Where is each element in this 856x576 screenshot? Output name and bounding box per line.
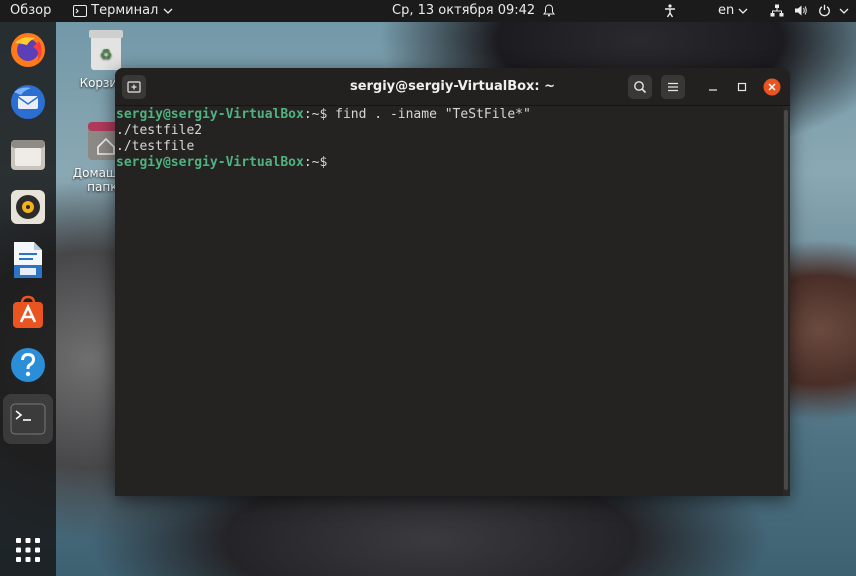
volume-icon: [795, 5, 807, 16]
libreoffice-writer-icon[interactable]: [8, 240, 48, 280]
scrollbar-thumb[interactable]: [784, 110, 788, 490]
new-tab-icon: [127, 81, 141, 93]
svg-text:♻: ♻: [100, 47, 113, 63]
hamburger-menu-icon: [668, 82, 678, 92]
terminal-line: ./testfile: [116, 139, 195, 154]
files-icon[interactable]: [8, 134, 48, 174]
language-label: en: [718, 3, 735, 18]
chevron-down-icon: [738, 8, 748, 14]
prompt-path: :~$: [303, 155, 336, 170]
close-button[interactable]: [761, 76, 783, 98]
terminal-header: sergiy@sergiy-VirtualBox: ~: [115, 68, 790, 106]
prompt-path: :~$: [303, 107, 336, 122]
system-menu[interactable]: [770, 0, 849, 22]
terminal-line: ./testfile2: [116, 123, 203, 138]
help-icon[interactable]: [8, 345, 48, 385]
terminal-app-icon: [73, 4, 87, 17]
clock[interactable]: Ср, 13 октября 09:42: [392, 0, 556, 22]
dock: [0, 22, 56, 576]
minimize-button[interactable]: [702, 76, 724, 98]
alarm-icon: [543, 4, 556, 17]
top-bar: Обзор Терминал Ср, 13 октября 09:42 en: [0, 0, 856, 22]
chevron-down-icon: [839, 8, 849, 14]
app-menu-label: Терминал: [91, 3, 159, 18]
terminal-scrollbar[interactable]: [783, 106, 790, 496]
accessibility-icon[interactable]: [664, 0, 676, 22]
close-icon: [763, 78, 781, 96]
search-button[interactable]: [628, 75, 652, 99]
terminal-output[interactable]: sergiy@sergiy-VirtualBox:~$ find . -inam…: [115, 106, 783, 496]
window-title: sergiy@sergiy-VirtualBox: ~: [349, 79, 556, 94]
maximize-icon: [737, 82, 747, 92]
language-selector[interactable]: en: [718, 0, 748, 22]
trash-icon: ♻: [89, 30, 123, 70]
new-tab-button[interactable]: [122, 75, 146, 99]
firefox-icon[interactable]: [8, 30, 48, 70]
terminal-icon[interactable]: [8, 399, 48, 439]
command-text: find . -iname "TeStFile*": [335, 107, 531, 122]
terminal-line: sergiy@sergiy-VirtualBox:~$: [116, 155, 335, 171]
app-menu[interactable]: Терминал: [73, 0, 173, 22]
show-applications-icon[interactable]: [8, 530, 48, 570]
prompt-user-host: sergiy@sergiy-VirtualBox: [116, 155, 304, 170]
activities-button[interactable]: Обзор: [10, 0, 51, 22]
search-icon: [634, 81, 647, 94]
rhythmbox-icon[interactable]: [8, 187, 48, 227]
terminal-line: sergiy@sergiy-VirtualBox:~$ find . -inam…: [116, 107, 531, 123]
minimize-icon: [709, 89, 717, 91]
chevron-down-icon: [163, 8, 172, 14]
network-icon: [770, 4, 784, 17]
thunderbird-icon[interactable]: [8, 82, 48, 122]
power-icon: [819, 4, 831, 17]
software-center-icon[interactable]: [8, 292, 48, 332]
maximize-button[interactable]: [731, 76, 753, 98]
clock-datetime: Ср, 13 октября 09:42: [392, 3, 536, 18]
prompt-user-host: sergiy@sergiy-VirtualBox: [116, 107, 304, 122]
menu-button[interactable]: [661, 75, 685, 99]
terminal-window: sergiy@sergiy-VirtualBox: ~ sergiy@sergi…: [115, 68, 790, 496]
